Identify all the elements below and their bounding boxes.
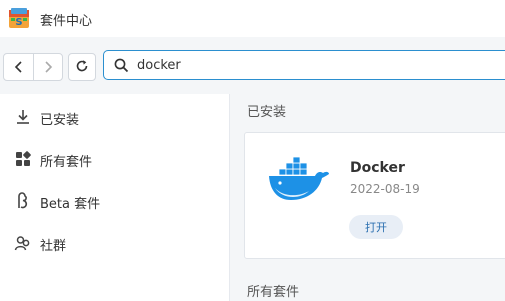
package-name: Docker [350,160,405,176]
sidebar-item-beta[interactable]: Beta 套件 [0,182,229,218]
sidebar-item-label: 已安装 [40,113,80,128]
sidebar-item-label: 所有套件 [40,155,93,170]
sidebar-item-installed[interactable]: 已安装 [0,98,229,134]
main-content: 已安装 Docker 2022-08-19 打开 所有套件 [230,94,505,301]
title-bar: S 套件中心 [0,0,505,38]
download-icon [14,108,32,126]
nav-button-group [3,53,63,81]
sidebar-item-community[interactable]: 社群 [0,224,229,260]
open-button[interactable]: 打开 [349,215,403,239]
all-packages-section-title: 所有套件 [247,285,300,300]
package-card-docker[interactable]: Docker 2022-08-19 打开 [244,132,505,259]
search-input[interactable] [137,54,497,76]
window-title: 套件中心 [40,14,93,29]
package-center-app-icon: S [7,6,31,30]
docker-whale-icon [265,155,331,205]
sidebar: 已安装 所有套件 Beta 套件 社群 [0,94,230,301]
chevron-left-icon [13,58,25,77]
sidebar-item-label: 社群 [40,239,67,254]
search-box[interactable] [103,50,505,80]
chevron-right-icon [42,58,54,77]
refresh-button[interactable] [68,53,96,81]
community-icon [14,234,32,252]
sidebar-item-label: Beta 套件 [40,197,101,212]
installed-section-title: 已安装 [247,105,287,120]
beta-icon [14,192,32,210]
search-icon [114,58,129,77]
grid-icon [14,150,32,168]
toolbar [0,37,505,94]
forward-button[interactable] [33,54,62,80]
package-date: 2022-08-19 [350,182,420,196]
sidebar-item-all-packages[interactable]: 所有套件 [0,140,229,176]
refresh-icon [75,58,89,77]
svg-text:S: S [15,17,22,28]
back-button[interactable] [4,54,34,80]
